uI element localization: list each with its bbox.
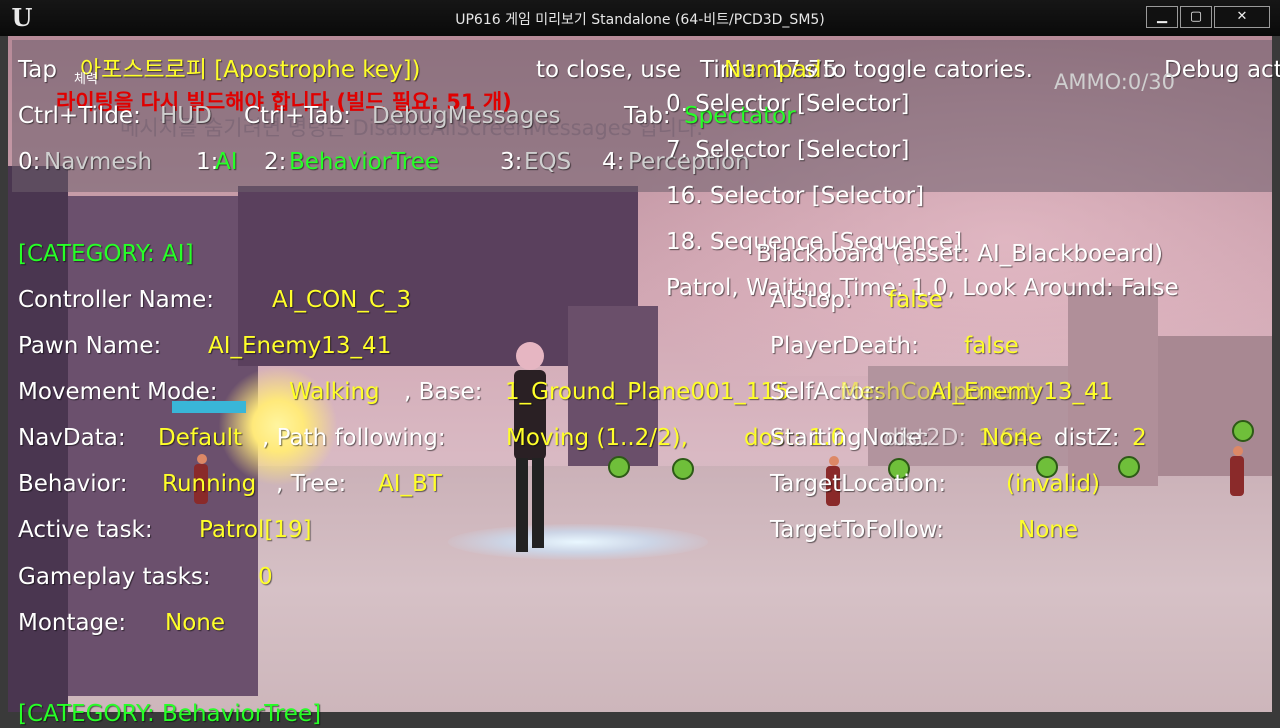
category-behaviortree-header: [CATEGORY: BehaviorTree] — [18, 701, 322, 727]
aistop-value: false — [888, 287, 943, 313]
debug-actor-label: Debug act — [1164, 57, 1280, 83]
bt-node: 7. Selector [Selector] — [666, 137, 910, 163]
blackboard-header: Blackboard (asset: AI_Blackboeard) — [756, 241, 1164, 267]
montage-label: Montage: — [18, 610, 127, 636]
ammo-counter: AMMO:0/30 — [1054, 70, 1175, 94]
tab-label: Tab: — [624, 103, 671, 129]
spotlight-ground — [448, 524, 708, 560]
player-leg — [532, 458, 544, 548]
targettofollow-label: TargetToFollow: — [770, 517, 945, 543]
aistop-label: AIStop: — [770, 287, 853, 313]
category-ai-header: [CATEGORY: AI] — [18, 241, 194, 267]
minimize-button[interactable]: ▁ — [1146, 6, 1178, 28]
path-following-value: Moving (1..2/2), — [506, 425, 688, 451]
window-title: UP616 게임 미리보기 Standalone (64-비트/PCD3D_SM… — [455, 12, 825, 28]
enemy-npc — [1230, 446, 1246, 496]
montage-value: None — [165, 610, 226, 636]
movement-mode-value: Walking — [289, 379, 380, 405]
tree-label: , Tree: — [276, 471, 347, 497]
bt-node: 16. Selector [Selector] — [666, 183, 925, 209]
category-navmesh[interactable]: Navmesh — [44, 148, 152, 176]
window-titlebar: U UP616 게임 미리보기 Standalone (64-비트/PCD3D_… — [0, 0, 1280, 36]
distz-value: 2 — [1132, 425, 1147, 451]
maximize-button[interactable]: ▢ — [1180, 6, 1212, 28]
bot-enemy-icon — [1232, 420, 1254, 442]
startingnode-value: None — [982, 425, 1043, 451]
distz-label: distZ: — [1054, 425, 1120, 451]
debug-messages-option[interactable]: DebugMessages — [372, 102, 560, 130]
ctrl-tab-label: Ctrl+Tab: — [244, 103, 351, 129]
close-button[interactable]: ✕ — [1214, 6, 1270, 28]
apostrophe-key-label: 아포스트로피 [Apostrophe key]) — [80, 57, 421, 83]
pawn-name-label: Pawn Name: — [18, 333, 162, 359]
behavior-value: Running — [162, 471, 257, 497]
base-value: 1_Ground_Plane001_115 — [505, 379, 790, 405]
ctrl-tilde-label: Ctrl+Tilde: — [18, 103, 141, 129]
toggle-categories-label: s to toggle catories. — [804, 57, 1033, 83]
targettofollow-value: None — [1018, 517, 1079, 543]
player-head — [516, 342, 544, 370]
movement-mode-label: Movement Mode: — [18, 379, 218, 405]
playerdeath-value: false — [964, 333, 1019, 359]
pawn-name-value: AI_Enemy13_41 — [208, 333, 392, 359]
playerdeath-label: PlayerDeath: — [770, 333, 919, 359]
controller-name-label: Controller Name: — [18, 287, 215, 313]
health-label: 체력 — [74, 72, 98, 87]
player-leg — [516, 458, 528, 552]
bot-enemy-icon — [672, 458, 694, 480]
gameplay-tasks-label: Gameplay tasks: — [18, 564, 211, 590]
selfactor-value: AI_Enemy13_41 — [930, 379, 1114, 405]
to-close-label: to close, use — [536, 57, 681, 83]
targetlocation-label: TargetLocation: — [770, 471, 947, 497]
category-behaviortree[interactable]: BehaviorTree — [289, 148, 439, 176]
window-controls: ▁ ▢ ✕ — [1144, 6, 1270, 28]
category-key-perception: 4: — [602, 149, 625, 175]
navdata-value: Default — [158, 425, 243, 451]
hud-option[interactable]: HUD — [160, 102, 212, 130]
category-key-navmesh: 0: — [18, 149, 41, 175]
category-ai[interactable]: AI — [215, 148, 238, 176]
base-label: , Base: — [404, 379, 483, 405]
category-key-behaviortree: 2: — [264, 149, 287, 175]
category-key-eqs: 3: — [500, 149, 523, 175]
dist2d-overlap-label: dist2D: — [884, 425, 967, 451]
navdata-label: NavData: — [18, 425, 126, 451]
path-following-label: , Path following: — [262, 425, 446, 451]
bot-enemy-icon — [608, 456, 630, 478]
bt-node: 0. Selector [Selector] — [666, 91, 910, 117]
bot-enemy-icon — [1118, 456, 1140, 478]
active-task-value: Patrol[19] — [199, 517, 312, 543]
controller-name-value: AI_CON_C_3 — [272, 287, 412, 313]
active-task-label: Active task: — [18, 517, 153, 543]
tree-value: AI_BT — [378, 471, 442, 497]
distant-building — [1158, 336, 1272, 476]
targetlocation-value: (invalid) — [1006, 471, 1100, 497]
behavior-label: Behavior: — [18, 471, 128, 497]
gameplay-tasks-value: 0 — [258, 564, 273, 590]
debug-tap-label: Tap — [18, 57, 57, 83]
category-eqs[interactable]: EQS — [524, 148, 571, 176]
